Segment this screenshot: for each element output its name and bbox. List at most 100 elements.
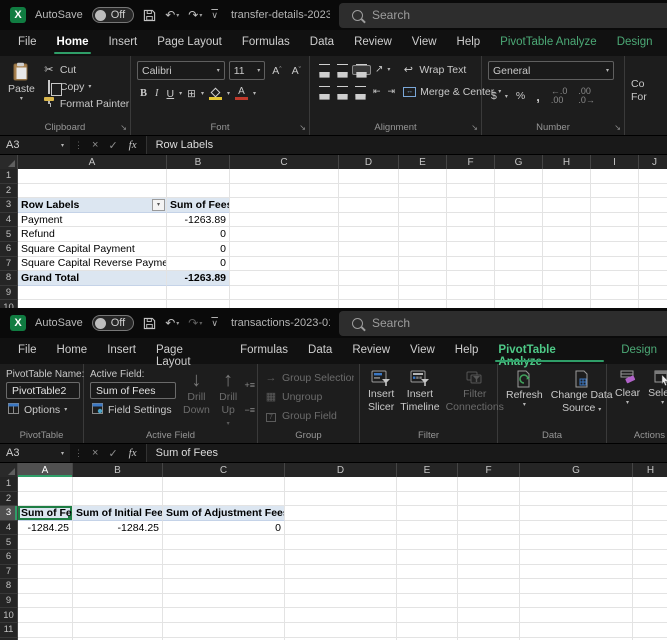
cell-C6[interactable] bbox=[163, 550, 285, 565]
row-header-7[interactable]: 7 bbox=[0, 565, 18, 580]
cell-H5[interactable] bbox=[543, 227, 591, 242]
copy-button[interactable]: Copy▾ bbox=[42, 78, 129, 95]
clear-button[interactable]: Clear▾ bbox=[613, 369, 642, 427]
cell-E8[interactable] bbox=[399, 271, 447, 286]
cell-H3[interactable] bbox=[633, 506, 667, 521]
cell-D3[interactable] bbox=[339, 198, 399, 213]
cell-B6[interactable] bbox=[73, 550, 163, 565]
column-header-E[interactable]: E bbox=[399, 155, 447, 169]
cell-D2[interactable] bbox=[339, 184, 399, 199]
cell-H5[interactable] bbox=[633, 535, 667, 550]
increase-font-size-button[interactable]: Aˆ bbox=[269, 63, 284, 79]
cell-A7[interactable] bbox=[18, 565, 73, 580]
number-format-combo[interactable]: General▾ bbox=[488, 61, 614, 80]
active-field-input[interactable]: Sum of Fees bbox=[90, 382, 176, 399]
italic-button[interactable]: I bbox=[152, 86, 162, 101]
cell-F8[interactable] bbox=[458, 579, 520, 594]
cell-D6[interactable] bbox=[285, 550, 397, 565]
cell-J4[interactable] bbox=[639, 213, 667, 228]
cell-A8[interactable]: Grand Total bbox=[18, 271, 167, 286]
cell-B5[interactable] bbox=[73, 535, 163, 550]
cell-F4[interactable] bbox=[447, 213, 495, 228]
row-header-1[interactable]: 1 bbox=[0, 169, 18, 184]
comma-style-button[interactable]: , bbox=[533, 87, 543, 106]
cell-A6[interactable]: Square Capital Payment bbox=[18, 242, 167, 257]
cell-I1[interactable] bbox=[591, 169, 639, 184]
cell-D5[interactable] bbox=[339, 227, 399, 242]
cell-C9[interactable] bbox=[163, 594, 285, 609]
undo-button[interactable]: ↶▾ bbox=[165, 316, 179, 330]
cell-F11[interactable] bbox=[458, 623, 520, 638]
cell-C1[interactable] bbox=[163, 477, 285, 492]
pivottable-name-input[interactable]: PivotTable2 bbox=[6, 382, 80, 399]
decrease-font-size-button[interactable]: Aˇ bbox=[289, 63, 304, 79]
underline-button[interactable]: U bbox=[164, 86, 178, 102]
font-name-combo[interactable]: Calibri▾ bbox=[137, 61, 225, 80]
tab-file[interactable]: File bbox=[8, 30, 47, 56]
cell-F7[interactable] bbox=[458, 565, 520, 580]
cell-D2[interactable] bbox=[285, 492, 397, 507]
cell-E3[interactable] bbox=[397, 506, 458, 521]
tab-design[interactable]: Design bbox=[611, 338, 667, 364]
cell-D8[interactable] bbox=[339, 271, 399, 286]
cell-D9[interactable] bbox=[285, 594, 397, 609]
field-settings-button[interactable]: Field Settings bbox=[90, 401, 176, 418]
column-header-G[interactable]: G bbox=[520, 463, 633, 477]
cell-B7[interactable]: 0 bbox=[167, 257, 230, 272]
cell-E6[interactable] bbox=[399, 242, 447, 257]
cell-I2[interactable] bbox=[591, 184, 639, 199]
cancel-icon[interactable]: × bbox=[87, 447, 103, 459]
cell-C9[interactable] bbox=[230, 286, 339, 301]
autosave-toggle[interactable]: Off bbox=[92, 315, 134, 331]
cell-E8[interactable] bbox=[397, 579, 458, 594]
cell-D4[interactable] bbox=[285, 521, 397, 536]
name-box[interactable]: A3▾ bbox=[0, 444, 70, 462]
cell-B10[interactable] bbox=[73, 608, 163, 623]
cell-A9[interactable] bbox=[18, 286, 167, 301]
cell-G8[interactable] bbox=[495, 271, 543, 286]
cell-H9[interactable] bbox=[543, 286, 591, 301]
cell-A7[interactable]: Square Capital Reverse Payment bbox=[18, 257, 167, 272]
cell-D11[interactable] bbox=[285, 623, 397, 638]
cell-A3[interactable]: Sum of Fees bbox=[18, 506, 73, 521]
cell-G3[interactable] bbox=[495, 198, 543, 213]
cell-G7[interactable] bbox=[520, 565, 633, 580]
row-header-6[interactable]: 6 bbox=[0, 550, 18, 565]
font-size-combo[interactable]: 11▾ bbox=[229, 61, 266, 80]
cell-D9[interactable] bbox=[339, 286, 399, 301]
column-header-D[interactable]: D bbox=[339, 155, 399, 169]
options-button[interactable]: Options▾ bbox=[6, 401, 80, 418]
align-center-button[interactable] bbox=[334, 88, 351, 96]
cell-D1[interactable] bbox=[339, 169, 399, 184]
cell-B1[interactable] bbox=[73, 477, 163, 492]
column-header-F[interactable]: F bbox=[458, 463, 520, 477]
cell-B4[interactable]: -1284.25 bbox=[73, 521, 163, 536]
cell-B8[interactable]: -1263.89 bbox=[167, 271, 230, 286]
row-header-10[interactable]: 10 bbox=[0, 300, 18, 308]
cell-B7[interactable] bbox=[73, 565, 163, 580]
cell-H1[interactable] bbox=[543, 169, 591, 184]
cell-D5[interactable] bbox=[285, 535, 397, 550]
cell-A1[interactable] bbox=[18, 477, 73, 492]
cell-J6[interactable] bbox=[639, 242, 667, 257]
cell-H11[interactable] bbox=[633, 623, 667, 638]
cell-A2[interactable] bbox=[18, 492, 73, 507]
cell-E5[interactable] bbox=[399, 227, 447, 242]
cell-E1[interactable] bbox=[399, 169, 447, 184]
cell-B3[interactable]: Sum of Fees bbox=[167, 198, 230, 213]
cell-B2[interactable] bbox=[73, 492, 163, 507]
row-header-6[interactable]: 6 bbox=[0, 242, 18, 257]
column-header-B[interactable]: B bbox=[73, 463, 163, 477]
cell-I10[interactable] bbox=[591, 300, 639, 308]
cell-A4[interactable]: Payment bbox=[18, 213, 167, 228]
tab-formulas[interactable]: Formulas bbox=[230, 338, 298, 364]
cell-H7[interactable] bbox=[543, 257, 591, 272]
cell-F6[interactable] bbox=[458, 550, 520, 565]
cell-F9[interactable] bbox=[447, 286, 495, 301]
cell-B4[interactable]: -1263.89 bbox=[167, 213, 230, 228]
wrap-text-button[interactable]: ↩Wrap Text bbox=[401, 61, 466, 78]
cell-E9[interactable] bbox=[399, 286, 447, 301]
tab-help[interactable]: Help bbox=[445, 338, 489, 364]
cell-H7[interactable] bbox=[633, 565, 667, 580]
cell-G5[interactable] bbox=[495, 227, 543, 242]
